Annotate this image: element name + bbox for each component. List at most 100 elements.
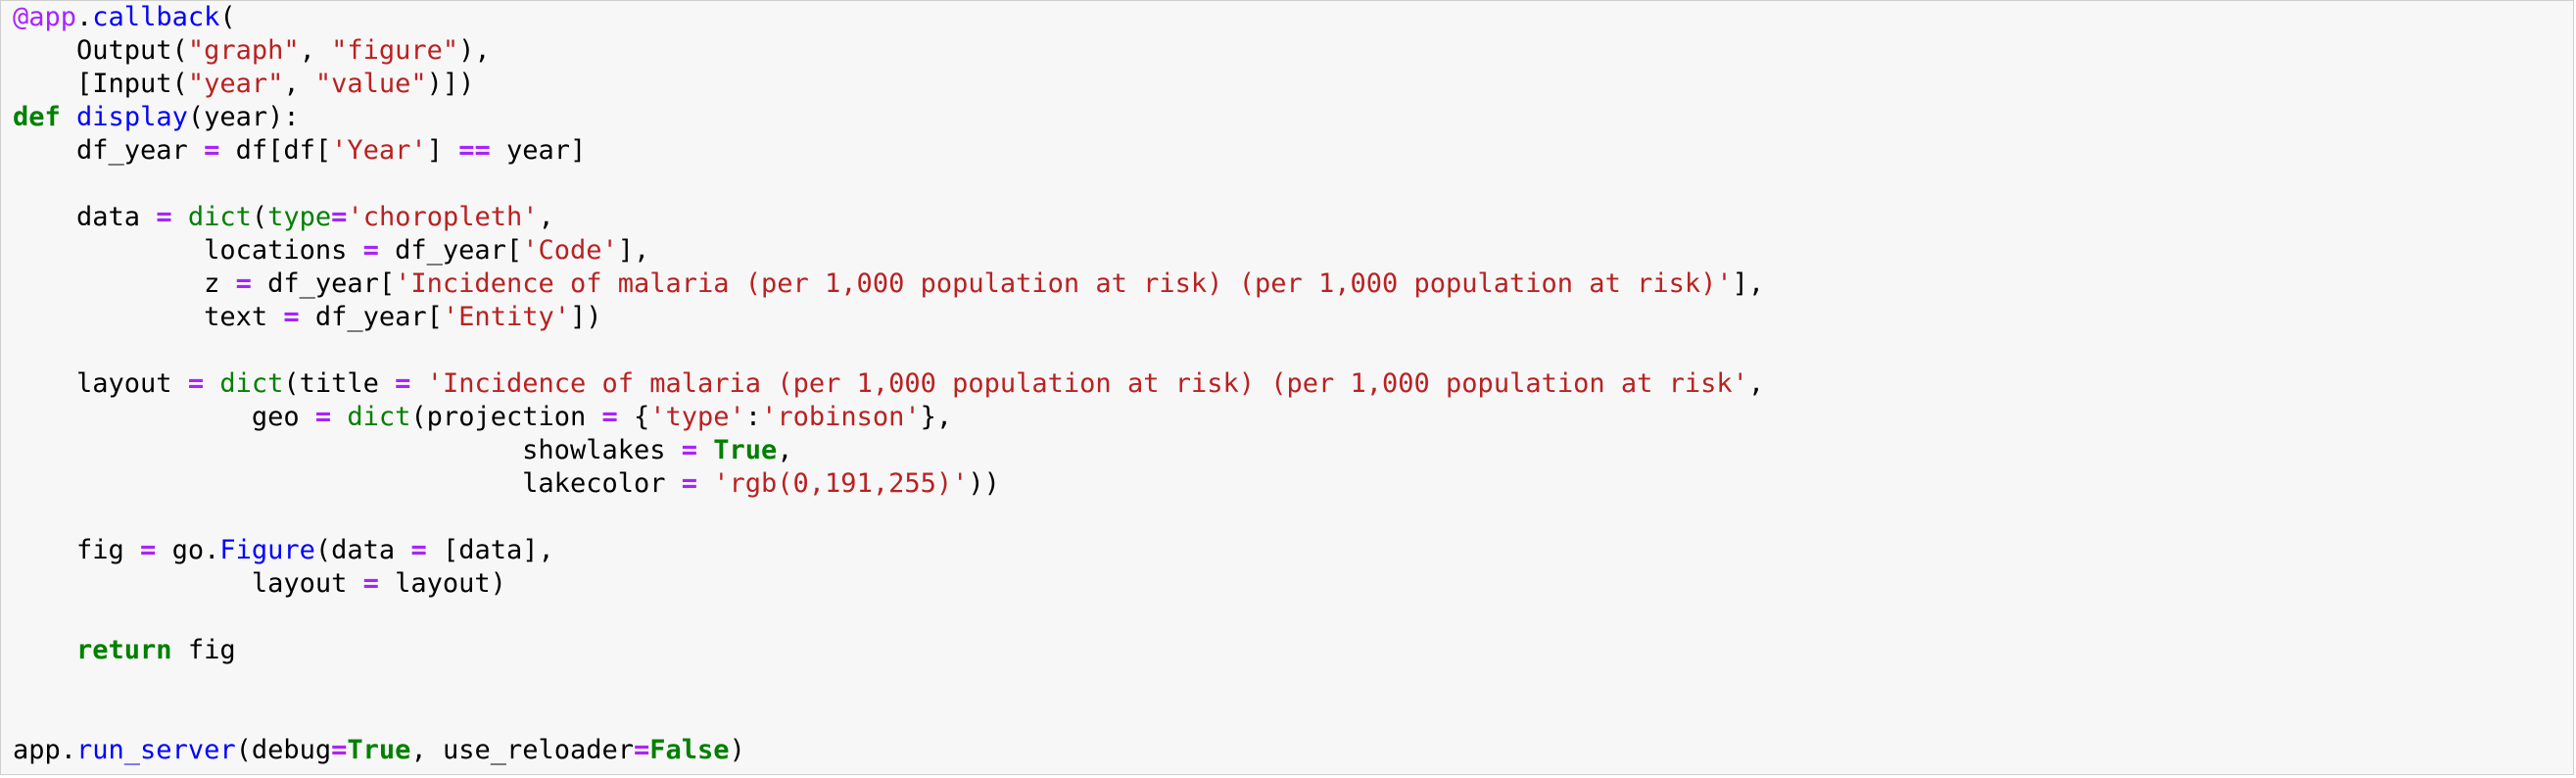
operator-token: = (331, 202, 348, 232)
code-text: geo (13, 402, 315, 432)
code-line: showlakes = True, (13, 434, 1764, 467)
function-name-token: Figure (219, 535, 315, 565)
code-text: showlakes (13, 435, 682, 465)
code-line: data = dict(type='choropleth', (13, 201, 1764, 234)
code-text: )]) (426, 69, 475, 99)
code-text: : (744, 402, 762, 432)
string-token: 'choropleth' (347, 202, 539, 232)
code-line: df_year = df[df['Year'] == year] (13, 134, 1764, 168)
code-text: data (13, 202, 157, 232)
code-line: [Input("year", "value")]) (13, 68, 1764, 101)
code-text: layout) (378, 568, 506, 599)
code-line: lakecolor = 'rgb(0,191,255)')) (13, 467, 1764, 501)
code-text: , (777, 435, 793, 465)
keyword-token: False (649, 735, 730, 765)
code-text: fig (13, 535, 141, 565)
operator-token: = (187, 368, 205, 399)
code-line: @app.callback( (13, 1, 1764, 34)
string-token: "figure" (331, 35, 459, 66)
code-line: layout = dict(title = 'Incidence of mala… (13, 367, 1764, 401)
string-token: 'Incidence of malaria (per 1,000 populat… (395, 268, 1733, 299)
function-name-token: display (76, 102, 188, 132)
operator-token: = (314, 402, 332, 432)
code-line: geo = dict(projection = {'type':'robinso… (13, 401, 1764, 434)
code-text: fig (171, 635, 236, 665)
string-token: 'type' (649, 402, 745, 432)
code-line: fig = go.Figure(data = [data], (13, 534, 1764, 567)
code-line: Output("graph", "figure"), (13, 34, 1764, 68)
string-token: "value" (314, 69, 427, 99)
keyword-token: True (347, 735, 411, 765)
operator-token: = (283, 302, 300, 332)
operator-token: = (331, 735, 348, 765)
string-token: 'Entity' (442, 302, 570, 332)
code-text: (debug (235, 735, 332, 765)
code-line: text = df_year['Entity']) (13, 301, 1764, 334)
operator-token: = (204, 135, 220, 166)
code-text: z (13, 268, 236, 299)
code-text: [data], (426, 535, 554, 565)
code-text: { (617, 402, 650, 432)
string-token: 'robinson' (761, 402, 921, 432)
code-text: text (13, 302, 284, 332)
operator-token: = (410, 535, 427, 565)
code-editor[interactable]: @app.callback( Output("graph", "figure")… (13, 1, 1764, 767)
function-name-token: callback (92, 2, 220, 32)
code-line: def display(year): (13, 101, 1764, 134)
string-token: "graph" (187, 35, 300, 66)
string-token: "year" (187, 69, 284, 99)
code-text: locations (13, 235, 363, 266)
string-token: 'Code' (522, 235, 618, 266)
code-text: . (76, 2, 93, 32)
code-text: ) (729, 735, 745, 765)
decorator-token: @app (13, 2, 77, 32)
string-token: 'rgb(0,191,255)' (713, 468, 969, 499)
code-line: z = df_year['Incidence of malaria (per 1… (13, 267, 1764, 301)
string-token: 'Incidence of malaria (per 1,000 populat… (426, 368, 1748, 399)
code-line: return fig (13, 634, 1764, 667)
operator-token: = (395, 368, 411, 399)
code-text: , (283, 69, 315, 99)
code-text: , (1747, 368, 1765, 399)
function-name-token: run_server (76, 735, 236, 765)
code-text: Output( (13, 35, 188, 66)
code-text: ], (617, 235, 650, 266)
code-cell[interactable]: @app.callback( Output("graph", "figure")… (0, 0, 2574, 775)
code-text: lakecolor (13, 468, 682, 499)
operator-token: = (681, 468, 697, 499)
operator-token: = (634, 735, 650, 765)
keyword-token: def (13, 102, 61, 132)
keyword-token: return (76, 635, 172, 665)
code-text: layout (13, 368, 188, 399)
builtin-token: type (267, 202, 332, 232)
code-line: app.run_server(debug=True, use_reloader=… (13, 734, 1764, 767)
code-text: ( (219, 2, 236, 32)
code-text: )) (968, 468, 1000, 499)
keyword-token: True (713, 435, 778, 465)
code-text: ( (251, 202, 268, 232)
code-text: year] (490, 135, 587, 166)
code-text: app. (13, 735, 77, 765)
code-text: , use_reloader (410, 735, 635, 765)
code-text: , (299, 35, 332, 66)
code-text: , (538, 202, 554, 232)
code-text: (projection (410, 402, 602, 432)
builtin-token: dict (187, 202, 252, 232)
code-text: ], (1732, 268, 1765, 299)
code-text: go. (156, 535, 220, 565)
code-text: layout (13, 568, 363, 599)
builtin-token: dict (347, 402, 411, 432)
operator-token: = (681, 435, 697, 465)
